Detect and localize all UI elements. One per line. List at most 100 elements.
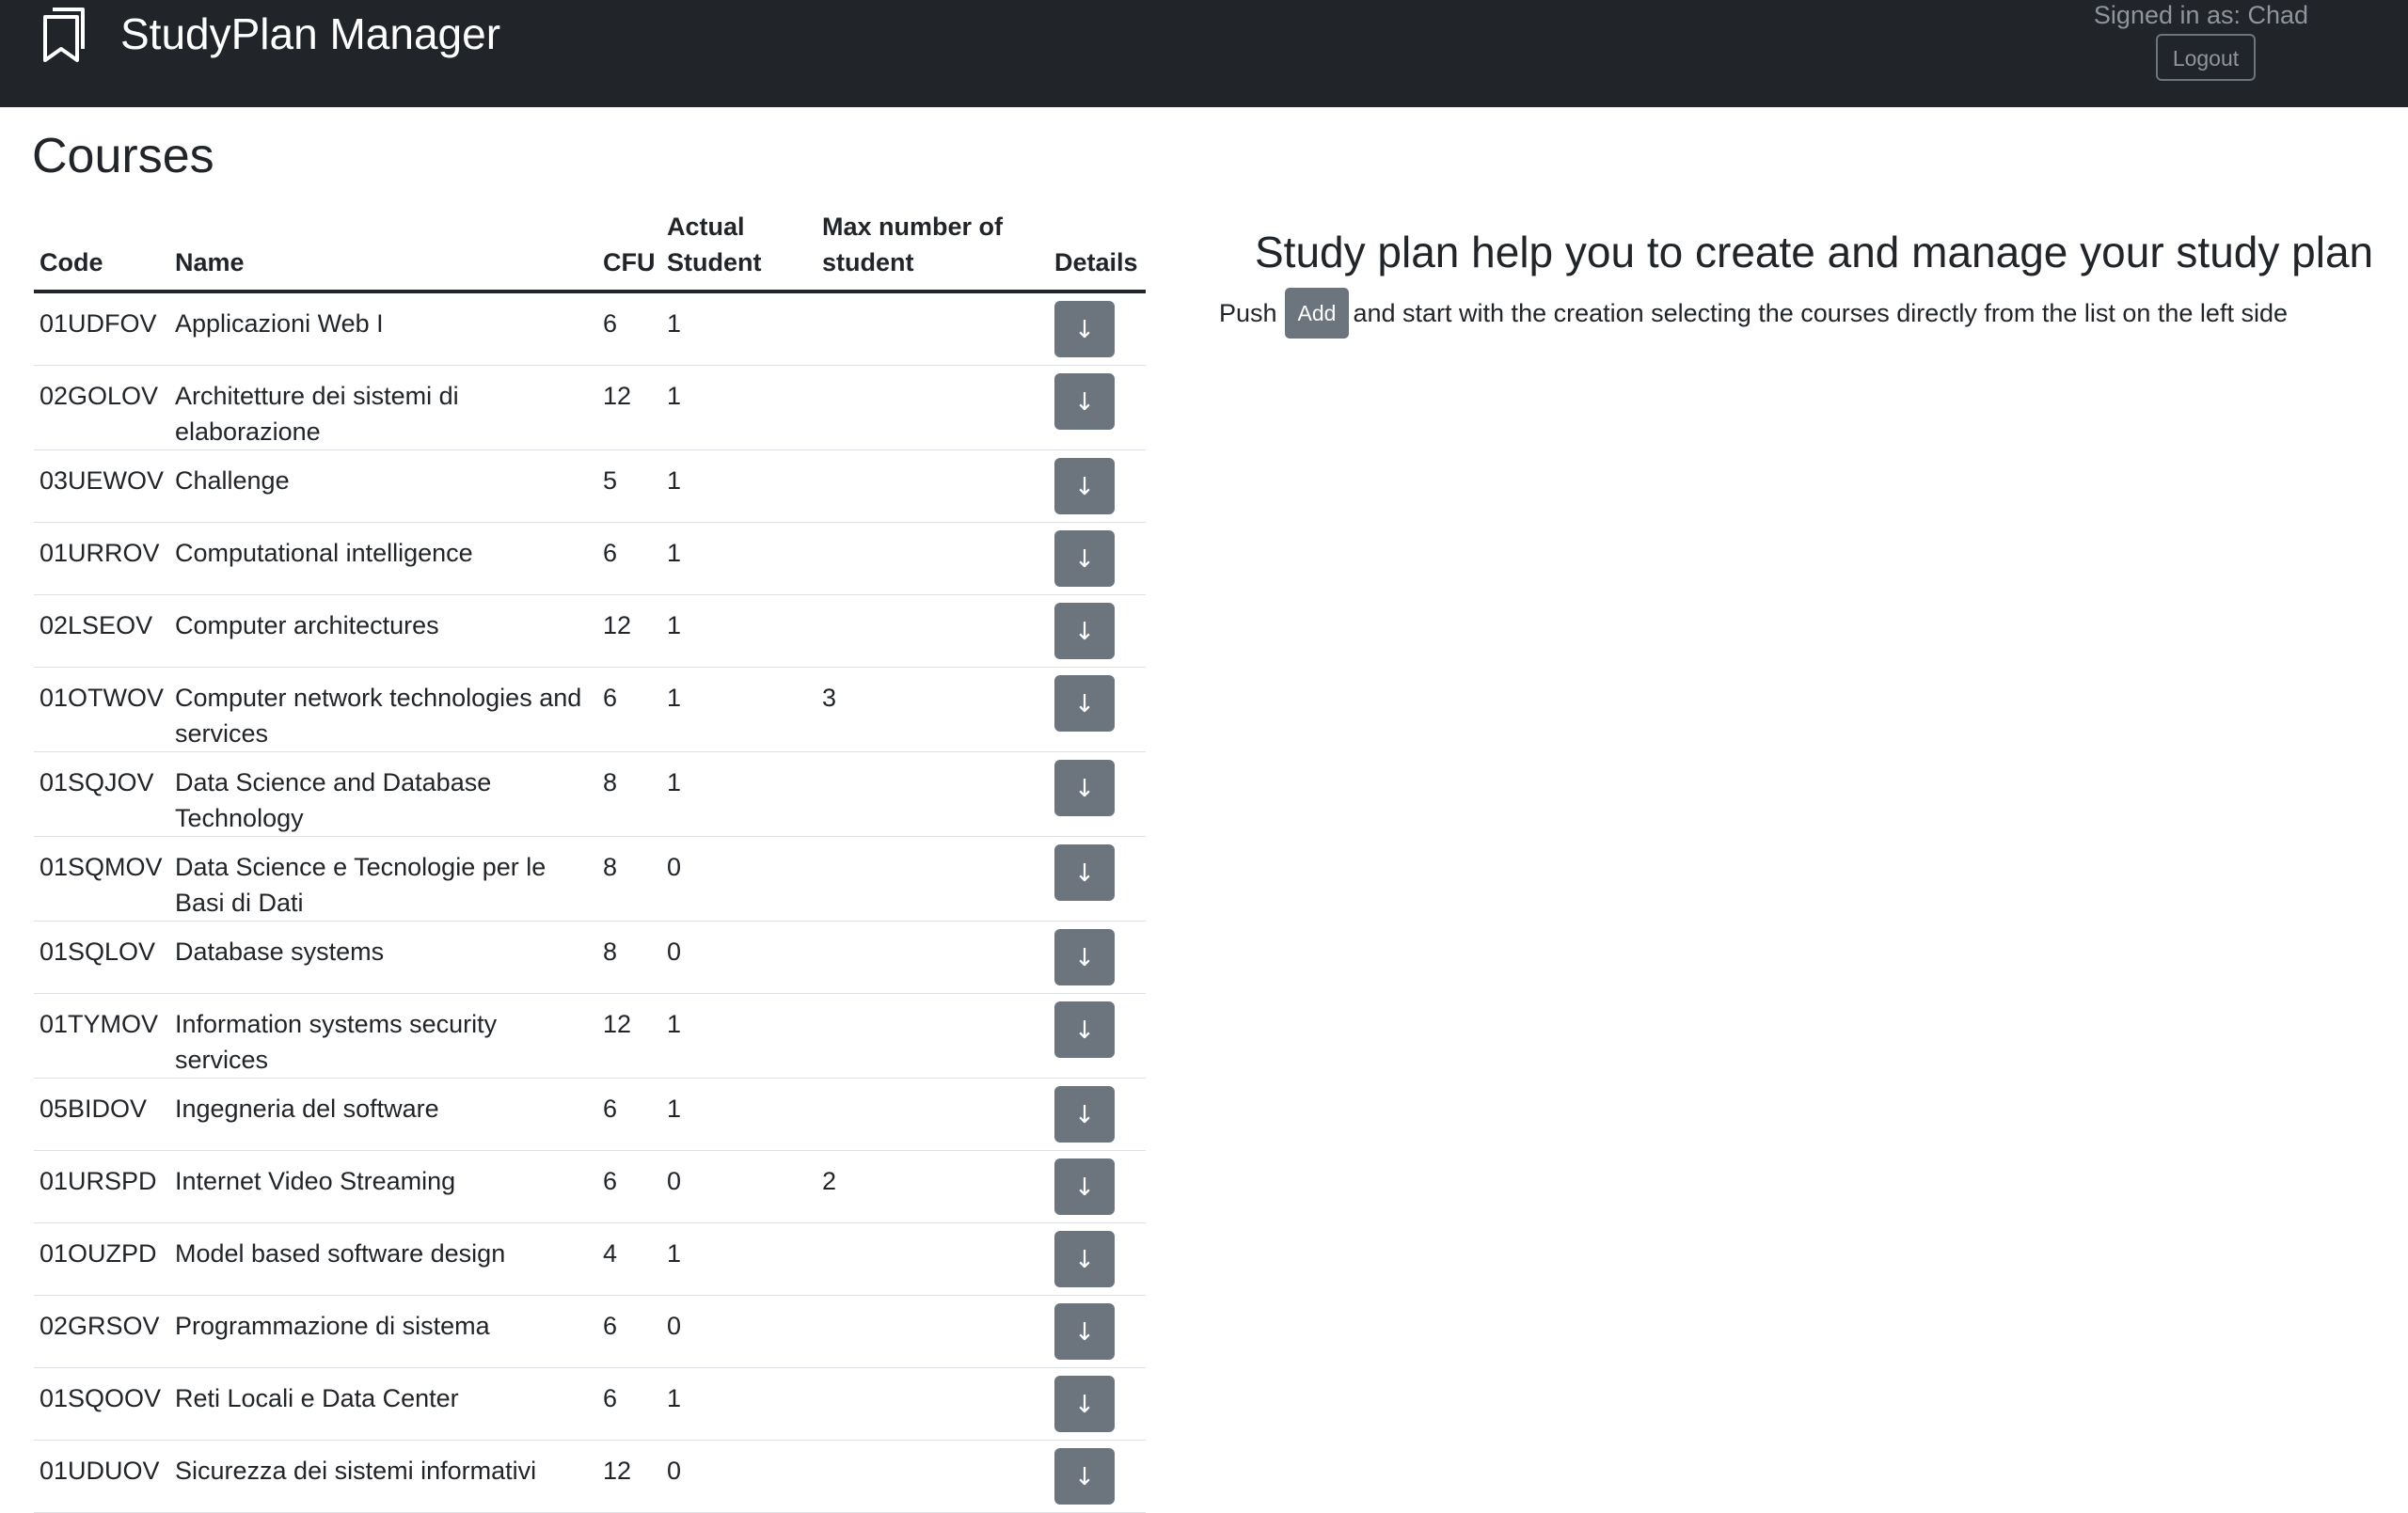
course-max-students-cell: 2 [816,1150,1049,1223]
details-button[interactable]: ↓ [1054,675,1115,732]
course-code: 01URROV [40,539,160,567]
details-button[interactable]: ↓ [1054,373,1115,430]
course-cfu-cell: 6 [597,1078,661,1151]
details-button[interactable]: ↓ [1054,760,1115,816]
details-button[interactable]: ↓ [1054,530,1115,587]
details-cell: ↓ [1049,836,1146,922]
course-cfu-cell: 12 [597,993,661,1079]
course-actual-students: 0 [667,1312,682,1340]
course-max-students [822,1368,1043,1380]
table-row: 01SQJOV Data Science and Database Technol… [34,751,1146,837]
course-actual-students: 1 [667,768,682,796]
course-max-students-cell [816,449,1049,523]
course-code-cell: 03UEWOV [34,449,169,523]
course-name-cell: Sicurezza dei sistemi informativi [169,1440,597,1513]
details-button[interactable]: ↓ [1054,1158,1115,1215]
add-button[interactable]: Add [1284,288,1350,339]
details-button[interactable]: ↓ [1054,929,1115,985]
details-cell: ↓ [1049,993,1146,1079]
push-text: Push [1219,299,1277,327]
table-row: 01SQLOV Database systems 8 0 ↓ [34,921,1146,994]
table-row: 01UDUOV Sicurezza dei sistemi informativi… [34,1440,1146,1513]
course-name-cell: Internet Video Streaming [169,1150,597,1223]
course-code: 03UEWOV [40,466,165,495]
course-cfu-cell: 4 [597,1222,661,1296]
details-button[interactable]: ↓ [1054,1448,1115,1505]
details-button[interactable]: ↓ [1054,844,1115,901]
logout-button[interactable]: Logout [2156,34,2256,81]
course-max-students-cell [816,1222,1049,1296]
course-actual-students-cell: 1 [661,1222,816,1296]
course-max-students [822,595,1043,607]
course-name-cell: Computer architectures [169,594,597,668]
course-cfu-cell: 12 [597,1440,661,1513]
details-button[interactable]: ↓ [1054,1231,1115,1287]
course-name-cell: Information systems security services [169,993,597,1079]
course-code: 01UDFOV [40,309,157,338]
course-code: 01UDUOV [40,1457,160,1485]
course-actual-students: 1 [667,684,682,712]
details-cell: ↓ [1049,365,1146,450]
course-name: Applicazioni Web I [175,309,384,338]
course-code: 05BIDOV [40,1095,148,1123]
course-max-students-cell [816,1078,1049,1151]
course-cfu-cell: 8 [597,836,661,922]
course-code-cell: 01UDUOV [34,1440,169,1513]
course-max-students-cell [816,522,1049,595]
course-cfu-cell: 8 [597,751,661,837]
course-name-cell: Computational intelligence [169,522,597,595]
course-code-cell: 02GRSOV [34,1295,169,1368]
course-cfu: 6 [603,1167,618,1195]
column-header-code: Code [34,209,169,293]
course-max-students [822,1223,1043,1236]
details-cell: ↓ [1049,522,1146,595]
course-cfu: 6 [603,1384,618,1412]
details-button[interactable]: ↓ [1054,1086,1115,1143]
course-cfu: 6 [603,309,618,338]
course-cfu-cell: 6 [597,667,661,752]
course-name: Challenge [175,466,290,495]
course-actual-students-cell: 1 [661,522,816,595]
course-max-students-cell [816,292,1049,366]
details-cell: ↓ [1049,594,1146,668]
course-code-cell: 02LSEOV [34,594,169,668]
arrow-down-icon: ↓ [1074,1101,1095,1129]
course-cfu-cell: 12 [597,594,661,668]
course-actual-students: 1 [667,466,682,495]
course-actual-students-cell: 1 [661,292,816,366]
course-max-students [822,523,1043,535]
course-actual-students-cell: 0 [661,1295,816,1368]
details-button[interactable]: ↓ [1054,301,1115,357]
course-name: Architetture dei sistemi di elaborazione [175,382,459,446]
course-cfu: 6 [603,1312,618,1340]
details-button[interactable]: ↓ [1054,1303,1115,1360]
course-name: Data Science e Tecnologie per le Basi di… [175,853,547,917]
table-row: 01SQOOV Reti Locali e Data Center 6 1 ↓ [34,1367,1146,1441]
course-cfu-cell: 6 [597,1295,661,1368]
column-header-actual-student: Actual Student [661,209,816,293]
course-actual-students: 1 [667,539,682,567]
course-max-students-cell [816,594,1049,668]
course-name-cell: Model based software design [169,1222,597,1296]
table-row: 05BIDOV Ingegneria del software 6 1 ↓ [34,1078,1146,1151]
course-max-students [822,752,1043,764]
course-code-cell: 01URSPD [34,1150,169,1223]
course-actual-students: 1 [667,1010,682,1038]
instructions-text: and start with the creation selecting th… [1353,299,2288,327]
course-actual-students-cell: 0 [661,1150,816,1223]
course-code: 02GOLOV [40,382,159,410]
details-button[interactable]: ↓ [1054,603,1115,659]
table-row: 02GRSOV Programmazione di sistema 6 0 ↓ [34,1295,1146,1368]
course-cfu: 12 [603,1010,632,1038]
details-button[interactable]: ↓ [1054,1001,1115,1058]
details-cell: ↓ [1049,1367,1146,1441]
arrow-down-icon: ↓ [1074,1017,1095,1045]
details-button[interactable]: ↓ [1054,458,1115,514]
details-cell: ↓ [1049,1440,1146,1513]
course-cfu: 12 [603,611,632,639]
course-code-cell: 01UDFOV [34,292,169,366]
details-button[interactable]: ↓ [1054,1376,1115,1432]
course-code: 01SQMOV [40,853,163,881]
course-code-cell: 01URROV [34,522,169,595]
arrow-down-icon: ↓ [1074,545,1095,574]
